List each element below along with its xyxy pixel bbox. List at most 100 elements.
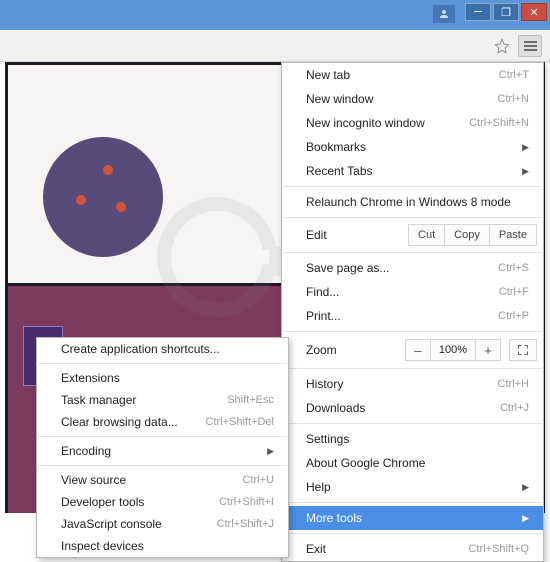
window-controls: ─ ❐ ✕	[465, 3, 547, 21]
menu-separator	[38, 436, 287, 437]
menu-label: Clear browsing data...	[61, 415, 178, 429]
bookmark-star-button[interactable]	[492, 36, 512, 56]
menu-label: Inspect devices	[61, 539, 144, 553]
menu-label: Bookmarks	[306, 140, 366, 154]
menu-zoom-row: Zoom – 100% +	[282, 335, 543, 365]
menu-edit-row: Edit Cut Copy Paste	[282, 221, 543, 249]
menu-shortcut: Ctrl+Shift+J	[217, 518, 274, 530]
menu-label: Edit	[306, 228, 327, 242]
menu-exit[interactable]: Exit Ctrl+Shift+Q	[282, 537, 543, 561]
menu-print[interactable]: Print... Ctrl+P	[282, 304, 543, 328]
fullscreen-button[interactable]	[509, 339, 537, 361]
menu-label: Find...	[306, 285, 339, 299]
menu-separator	[283, 533, 542, 534]
zoom-in-button[interactable]: +	[475, 339, 501, 361]
menu-shortcut: Ctrl+Shift+I	[219, 496, 274, 508]
menu-label: Task manager	[61, 393, 136, 407]
menu-separator	[283, 368, 542, 369]
menu-label: Create application shortcuts...	[61, 342, 220, 356]
fullscreen-icon	[517, 344, 529, 356]
menu-label: Extensions	[61, 371, 120, 385]
zoom-out-button[interactable]: –	[405, 339, 431, 361]
submenu-inspect-devices[interactable]: Inspect devices	[37, 535, 288, 557]
menu-shortcut: Ctrl+J	[500, 402, 529, 414]
menu-label: More tools	[306, 511, 362, 525]
chevron-right-icon: ▶	[522, 142, 529, 153]
submenu-view-source[interactable]: View source Ctrl+U	[37, 469, 288, 491]
menu-label: Help	[306, 480, 331, 494]
menu-shortcut: Ctrl+Shift+Q	[468, 543, 529, 555]
menu-downloads[interactable]: Downloads Ctrl+J	[282, 396, 543, 420]
menu-shortcut: Ctrl+U	[243, 474, 274, 486]
menu-shortcut: Ctrl+T	[499, 69, 529, 81]
maximize-button[interactable]: ❐	[493, 3, 519, 21]
menu-label: History	[306, 377, 343, 391]
submenu-encoding[interactable]: Encoding ▶	[37, 440, 288, 462]
menu-shortcut: Ctrl+S	[498, 262, 529, 274]
submenu-dev-tools[interactable]: Developer tools Ctrl+Shift+I	[37, 491, 288, 513]
menu-shortcut: Ctrl+N	[498, 93, 529, 105]
menu-separator	[283, 252, 542, 253]
chevron-right-icon: ▶	[522, 482, 529, 493]
browser-titlebar: ─ ❐ ✕	[0, 0, 550, 30]
paste-button[interactable]: Paste	[490, 224, 537, 246]
menu-new-incognito[interactable]: New incognito window Ctrl+Shift+N	[282, 111, 543, 135]
menu-save-page[interactable]: Save page as... Ctrl+S	[282, 256, 543, 280]
menu-separator	[283, 217, 542, 218]
menu-shortcut: Ctrl+P	[498, 310, 529, 322]
menu-label: New window	[306, 92, 373, 106]
chevron-right-icon: ▶	[522, 513, 529, 524]
menu-label: Developer tools	[61, 495, 144, 509]
menu-help[interactable]: Help ▶	[282, 475, 543, 499]
menu-more-tools[interactable]: More tools ▶	[282, 506, 543, 530]
chrome-main-menu: New tab Ctrl+T New window Ctrl+N New incog…	[281, 62, 544, 562]
menu-history[interactable]: HistoryCtrl+H	[282, 372, 543, 396]
menu-bookmarks[interactable]: Bookmarks ▶	[282, 135, 543, 159]
user-icon	[438, 8, 450, 20]
menu-label: Recent Tabs	[306, 164, 373, 178]
menu-label: Settings	[306, 432, 349, 446]
page-logo	[43, 137, 163, 257]
menu-new-window[interactable]: New window Ctrl+N	[282, 87, 543, 111]
menu-recent-tabs[interactable]: Recent Tabs▶	[282, 159, 543, 183]
menu-find[interactable]: Find...Ctrl+F	[282, 280, 543, 304]
menu-separator	[283, 186, 542, 187]
star-icon	[494, 38, 510, 54]
browser-toolbar	[0, 30, 550, 62]
menu-separator	[283, 331, 542, 332]
more-tools-submenu: Create application shortcuts... Extensio…	[36, 337, 289, 558]
menu-label: Relaunch Chrome in Windows 8 mode	[306, 195, 511, 209]
menu-settings[interactable]: Settings	[282, 427, 543, 451]
menu-about[interactable]: About Google Chrome	[282, 451, 543, 475]
copy-button[interactable]: Copy	[445, 224, 490, 246]
menu-label: JavaScript console	[61, 517, 162, 531]
menu-label: Print...	[306, 309, 341, 323]
menu-label: New incognito window	[306, 116, 425, 130]
menu-new-tab[interactable]: New tab Ctrl+T	[282, 63, 543, 87]
submenu-create-shortcuts[interactable]: Create application shortcuts...	[37, 338, 288, 360]
menu-label: Zoom	[306, 343, 337, 357]
chevron-right-icon: ▶	[267, 446, 274, 457]
menu-label: About Google Chrome	[306, 456, 425, 470]
cut-button[interactable]: Cut	[408, 224, 445, 246]
menu-shortcut: Ctrl+Shift+N	[469, 117, 529, 129]
menu-shortcut: Ctrl+Shift+Del	[206, 416, 274, 428]
menu-separator	[283, 423, 542, 424]
zoom-value: 100%	[431, 339, 475, 361]
menu-shortcut: Shift+Esc	[227, 394, 274, 406]
minimize-button[interactable]: ─	[465, 3, 491, 21]
menu-relaunch-win8[interactable]: Relaunch Chrome in Windows 8 mode	[282, 190, 543, 214]
profile-button[interactable]	[433, 5, 455, 23]
main-menu-button[interactable]	[518, 35, 542, 57]
submenu-task-manager[interactable]: Task manager Shift+Esc	[37, 389, 288, 411]
menu-label: Exit	[306, 542, 326, 556]
menu-label: Downloads	[306, 401, 365, 415]
menu-label: New tab	[306, 68, 350, 82]
close-button[interactable]: ✕	[521, 3, 547, 21]
submenu-extensions[interactable]: Extensions	[37, 367, 288, 389]
submenu-clear-data[interactable]: Clear browsing data... Ctrl+Shift+Del	[37, 411, 288, 433]
menu-label: Save page as...	[306, 261, 389, 275]
menu-label: Encoding	[61, 444, 111, 458]
menu-label: View source	[61, 473, 126, 487]
submenu-js-console[interactable]: JavaScript console Ctrl+Shift+J	[37, 513, 288, 535]
